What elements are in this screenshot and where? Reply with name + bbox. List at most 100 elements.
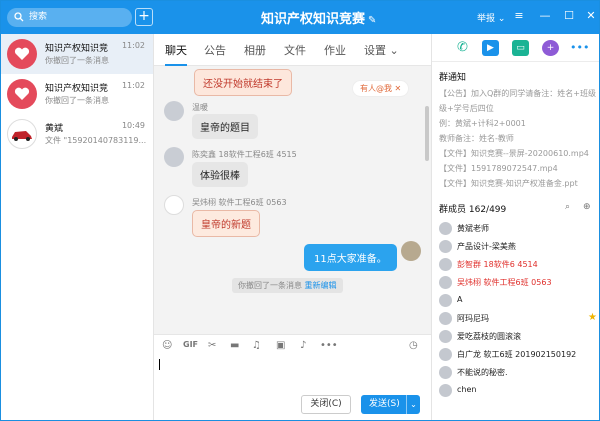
- message-bubble: 还没开始就结束了: [194, 69, 292, 96]
- message-bubble: 皇帝的新题: [192, 210, 260, 237]
- notice-line: 教师备注：姓名-教师: [439, 134, 514, 143]
- search-placeholder: 搜索: [29, 12, 48, 22]
- member-name: 阿玛尼玛: [457, 314, 489, 323]
- search-input[interactable]: 搜索: [7, 8, 132, 27]
- member-avatar: [439, 312, 452, 325]
- recall-text: 你撤回了一条消息: [238, 281, 302, 290]
- app-icon[interactable]: +: [542, 40, 559, 56]
- video-icon[interactable]: ▶: [482, 40, 499, 56]
- more-icon[interactable]: •••: [570, 40, 589, 56]
- group-avatar: [7, 39, 37, 69]
- add-button[interactable]: +: [135, 8, 153, 26]
- member-name: 吴炜栩 软件工程6班 0563: [457, 278, 552, 287]
- chat-panel: 聊天 公告 相册 文件 作业 设置 ⌄ 还没开始就结束了 有人@我 ✕ 温暖 皇…: [154, 34, 431, 420]
- emoji-icon[interactable]: ☺: [162, 340, 172, 351]
- more-icon[interactable]: •••: [320, 340, 338, 351]
- member-avatar: [439, 348, 452, 361]
- tab-homework[interactable]: 作业: [324, 42, 346, 58]
- conversation-time: 11:02: [121, 81, 145, 90]
- input-toolbar: ☺ GIF ✂ ▬ ♫ ▣ ♪ ••• ◷: [154, 334, 431, 356]
- folder-icon[interactable]: ▬: [230, 340, 239, 351]
- send-button[interactable]: 发送(S) ⌄: [361, 395, 420, 414]
- conversation-preview: 你撤回了一条消息: [45, 56, 109, 65]
- conversation-time: 11:02: [121, 41, 145, 50]
- tab-settings[interactable]: 设置 ⌄: [364, 42, 399, 58]
- notice-line: 【公告】加入Q群的同学请备注：姓名+班级: [439, 89, 596, 98]
- member-item[interactable]: chen: [439, 382, 597, 400]
- member-item[interactable]: 爱吃荔枝的圆滚滚: [439, 328, 597, 346]
- member-item[interactable]: 白广龙 软工6班 201902150192: [439, 346, 597, 364]
- avatar[interactable]: [164, 101, 184, 121]
- mention-badge[interactable]: 有人@我 ✕: [352, 80, 410, 97]
- music-icon[interactable]: ♫: [252, 340, 261, 351]
- sender-name: 陈奕鑫 18软件工程6班 4515: [192, 150, 297, 159]
- close-button[interactable]: 关闭(C): [301, 395, 351, 414]
- sender-name: 吴炜栩 软件工程6班 0563: [192, 198, 287, 207]
- action-bar: ✆ ▶ ▭ + •••: [432, 34, 599, 62]
- conversation-list: 知识产权知识竞 11:02 你撤回了一条消息 知识产权知识竞 11:02 你撤回…: [1, 34, 154, 420]
- car-avatar: [7, 119, 37, 149]
- file-line[interactable]: 【文件】1591789072547.mp4: [432, 162, 599, 177]
- qq-chat-window: 搜索 + 知识产权知识竞赛 ✎ 举报 ⌄ ≡ — ☐ ✕ 知识产权知识竞 11:0…: [0, 0, 600, 421]
- group-title[interactable]: 知识产权知识竞赛 ✎: [261, 8, 376, 27]
- conversation-item[interactable]: 黄斌 10:49 文件 "15920140783119...: [1, 114, 153, 154]
- group-notice[interactable]: 群通知 【公告】加入Q群的同学请备注：姓名+班级 级+学号后四位 例：黄斌+计科…: [432, 62, 599, 192]
- menu-icon[interactable]: ≡: [510, 7, 528, 25]
- edit-icon[interactable]: ✎: [368, 15, 376, 26]
- star-icon: ★: [588, 312, 597, 323]
- gif-icon[interactable]: GIF: [183, 340, 198, 349]
- group-title-text: 知识产权知识竞赛: [261, 12, 366, 27]
- search-members-icon[interactable]: ⌕: [565, 202, 570, 212]
- send-label: 发送(S): [369, 399, 400, 409]
- member-name: A: [457, 295, 463, 304]
- car-icon: [12, 131, 32, 141]
- image-icon[interactable]: ▣: [276, 340, 285, 351]
- tab-settings-label: 设置: [364, 44, 386, 57]
- file-line[interactable]: 【文件】知识竞赛-知识产权准备金.ppt: [432, 177, 599, 192]
- phone-icon[interactable]: ✆: [454, 40, 471, 56]
- conversation-item[interactable]: 知识产权知识竞 11:02 你撤回了一条消息: [1, 34, 153, 74]
- scissors-icon[interactable]: ✂: [208, 340, 216, 351]
- member-item[interactable]: 黄斌老师: [439, 220, 597, 238]
- add-member-icon[interactable]: ⊕: [583, 202, 591, 212]
- avatar[interactable]: [164, 147, 184, 167]
- member-avatar: [439, 366, 452, 379]
- bell-icon[interactable]: ♪: [300, 340, 306, 351]
- reedit-link[interactable]: 重新编辑: [305, 281, 337, 290]
- my-avatar[interactable]: [401, 241, 421, 261]
- tab-announcement[interactable]: 公告: [204, 42, 226, 58]
- file-line[interactable]: 【文件】知识竞赛--景屏-20200610.mp4: [432, 147, 599, 162]
- minimize-icon[interactable]: —: [536, 7, 554, 25]
- conversation-item[interactable]: 知识产权知识竞 11:02 你撤回了一条消息: [1, 74, 153, 114]
- member-item[interactable]: 彭智群 18软件6 4514: [439, 256, 597, 274]
- clock-icon[interactable]: ◷: [409, 340, 418, 351]
- conversation-time: 10:49: [121, 121, 145, 130]
- tab-chat[interactable]: 聊天: [165, 42, 187, 66]
- scrollbar[interactable]: [425, 106, 429, 161]
- conversation-name: 知识产权知识竞: [45, 44, 109, 54]
- tab-album[interactable]: 相册: [244, 42, 266, 58]
- tab-files[interactable]: 文件: [284, 42, 306, 58]
- member-item[interactable]: 吴炜栩 软件工程6班 0563: [439, 274, 597, 292]
- conversation-name: 知识产权知识竞: [45, 84, 109, 94]
- member-item[interactable]: 阿玛尼玛 ★: [439, 310, 597, 328]
- member-name: 彭智群 18软件6 4514: [457, 260, 538, 269]
- close-icon[interactable]: ✕: [582, 7, 599, 25]
- member-item[interactable]: 不能说的秘密.: [439, 364, 597, 382]
- title-bar: 搜索 + 知识产权知识竞赛 ✎ 举报 ⌄ ≡ — ☐ ✕: [1, 1, 599, 34]
- member-item[interactable]: 产品设计-梁美燕: [439, 238, 597, 256]
- avatar[interactable]: [164, 195, 184, 215]
- send-options-icon[interactable]: ⌄: [406, 395, 420, 414]
- group-avatar: [7, 79, 37, 109]
- conversation-name: 黄斌: [45, 124, 64, 134]
- member-avatar: [439, 258, 452, 271]
- notice-line: 例：黄斌+计科2+0001: [439, 119, 526, 128]
- message-input[interactable]: 关闭(C) 发送(S) ⌄: [154, 356, 431, 420]
- share-screen-icon[interactable]: ▭: [512, 40, 529, 56]
- maximize-icon[interactable]: ☐: [560, 7, 578, 25]
- conversation-preview: 你撤回了一条消息: [45, 96, 109, 105]
- member-name: 不能说的秘密.: [457, 368, 508, 377]
- member-item[interactable]: A: [439, 292, 597, 310]
- notice-title: 群通知: [439, 73, 467, 83]
- report-menu[interactable]: 举报 ⌄: [477, 11, 505, 24]
